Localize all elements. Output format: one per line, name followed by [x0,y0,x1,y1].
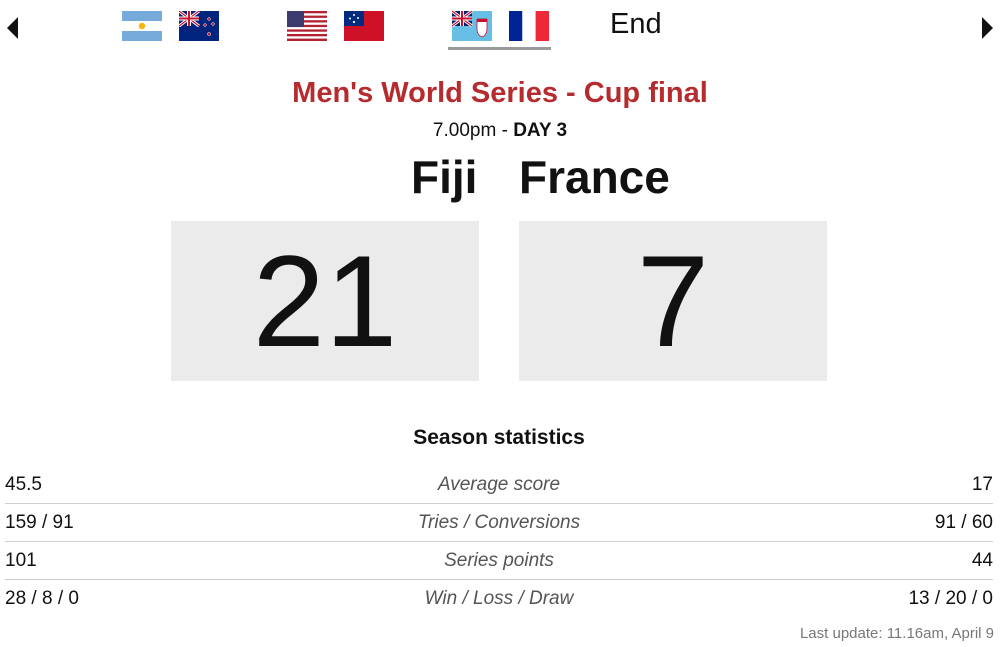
stat-label: Average score [437,474,561,495]
stats-table: 45.5 Average score 17 159 / 91 Tries / C… [5,466,993,617]
time-separator: - [496,120,514,141]
stat-label: Series points [444,550,554,571]
samoa-flag-icon[interactable] [344,11,384,41]
stats-row-average-score: 45.5 Average score 17 [5,466,993,504]
home-team-name: Fiji [411,151,478,203]
match-status-label[interactable]: End [610,6,662,42]
match-time: 7.00pm [432,120,497,141]
last-update-text: Last update: 11.16am, April 9 [799,625,994,642]
away-team-name: France [519,151,670,203]
stat-label: Tries / Conversions [417,512,581,533]
france-flag-icon[interactable] [509,11,549,41]
away-stat-value: 91 / 60 [934,512,993,533]
match-time-line: 7.00pm - DAY 3 [0,118,1000,144]
away-score: 7 [519,221,827,381]
match-title: Men's World Series - Cup final [292,77,708,109]
away-stat-value: 13 / 20 / 0 [908,588,993,609]
stats-heading: Season statistics [413,426,585,449]
away-stat-value: 44 [971,550,993,571]
stats-row-series-points: 101 Series points 44 [5,542,993,580]
caret-left-icon[interactable] [7,17,18,39]
caret-right-icon[interactable] [982,17,993,39]
match-day: DAY 3 [513,120,568,141]
new-zealand-flag-icon[interactable] [179,11,219,41]
selected-match-indicator [448,47,551,50]
stat-label: Win / Loss / Draw [424,588,574,609]
stats-row-win-loss-draw: 28 / 8 / 0 Win / Loss / Draw 13 / 20 / 0 [5,580,993,617]
fiji-flag-icon[interactable] [452,11,492,41]
away-stat-value: 17 [971,474,993,495]
argentina-flag-icon[interactable] [122,11,162,41]
stats-row-tries-conversions: 159 / 91 Tries / Conversions 91 / 60 [5,504,993,542]
home-score: 21 [171,221,479,381]
usa-flag-icon[interactable] [287,11,327,41]
